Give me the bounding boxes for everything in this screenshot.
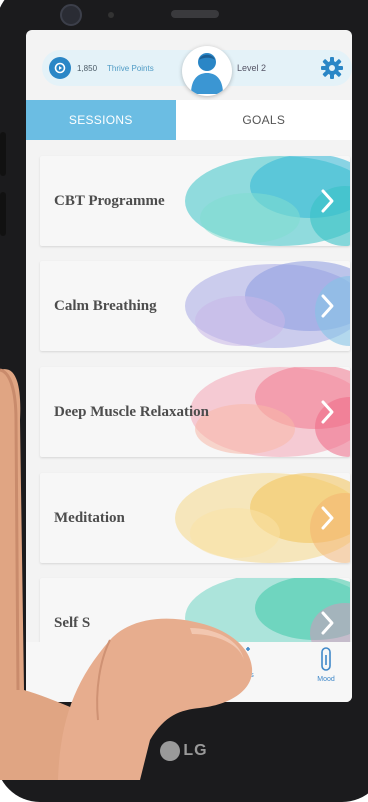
session-card-calm-breathing[interactable]: Calm Breathing <box>40 261 350 351</box>
app-screen: 1,850 Thrive Points Level 2 SESSIONS GOA… <box>26 30 352 702</box>
session-label: CBT Programme <box>54 192 165 209</box>
device-brand-text: LG <box>183 742 208 760</box>
session-label: Meditation <box>54 509 125 526</box>
points-value: 1,850 <box>77 63 98 73</box>
points-label: Thrive Points <box>107 63 154 73</box>
session-card-meditation[interactable]: Meditation <box>40 473 350 563</box>
device-brand-logo: LG <box>0 741 368 761</box>
volume-button <box>0 132 6 176</box>
chevron-right-icon <box>321 189 334 213</box>
thrive-points-icon <box>49 57 71 79</box>
level-label: Level 2 <box>237 63 267 73</box>
tab-goals[interactable]: GOALS <box>175 100 352 140</box>
gear-icon[interactable] <box>320 56 344 80</box>
session-card-cbt-programme[interactable]: CBT Programme <box>40 156 350 246</box>
tab-bar: SESSIONS GOALS <box>26 100 352 140</box>
user-avatar-icon[interactable] <box>182 46 232 96</box>
lg-logo-icon <box>160 741 181 761</box>
tab-sessions[interactable]: SESSIONS <box>26 100 176 140</box>
nav-mood[interactable]: Mood <box>296 646 352 683</box>
chevron-right-icon <box>321 294 334 318</box>
activities-icon <box>229 647 250 665</box>
nav-activities[interactable]: Activities <box>210 646 270 679</box>
bottom-nav: Activities Mood <box>26 642 352 702</box>
nav-activities-label: Activities <box>226 672 254 679</box>
chevron-right-icon <box>321 400 334 424</box>
proximity-sensor <box>108 12 114 18</box>
earpiece-speaker <box>171 10 219 18</box>
power-button <box>0 192 6 236</box>
session-label: Deep Muscle Relaxation <box>54 403 209 420</box>
nav-mood-label: Mood <box>317 676 335 683</box>
status-header: 1,850 Thrive Points Level 2 <box>42 46 352 96</box>
front-camera <box>60 4 82 26</box>
thermometer-icon <box>321 647 331 671</box>
session-card-deep-muscle-relaxation[interactable]: Deep Muscle Relaxation <box>40 367 350 457</box>
chevron-right-icon <box>321 611 334 635</box>
chevron-right-icon <box>321 506 334 530</box>
session-label: Calm Breathing <box>54 297 157 314</box>
phone-frame: 1,850 Thrive Points Level 2 SESSIONS GOA… <box>0 0 368 802</box>
